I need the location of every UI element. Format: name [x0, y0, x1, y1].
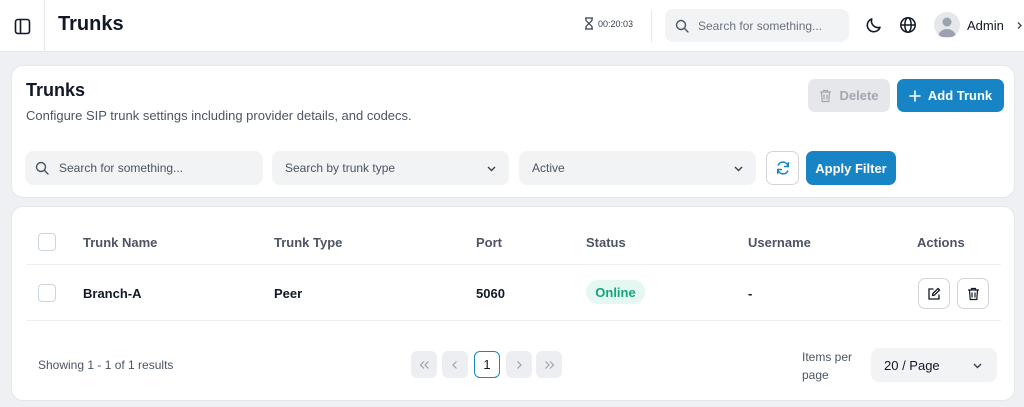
search-icon	[35, 161, 49, 175]
row-divider	[26, 320, 1001, 321]
trunk-search-input[interactable]	[59, 161, 249, 175]
chevrons-right-icon	[544, 360, 554, 369]
delete-label: Delete	[839, 88, 879, 103]
column-header-trunk-name[interactable]: Trunk Name	[83, 235, 157, 250]
divider	[651, 10, 652, 42]
refresh-icon	[776, 161, 789, 175]
last-page-button[interactable]	[536, 351, 562, 378]
user-menu[interactable]: Admin	[934, 12, 1024, 38]
column-header-trunk-type[interactable]: Trunk Type	[274, 235, 342, 250]
globe-icon	[900, 17, 916, 33]
trunk-type-placeholder: Search by trunk type	[285, 161, 396, 175]
chevron-left-icon	[452, 360, 457, 369]
items-per-page-label: Items per page	[802, 350, 853, 382]
page-size-value: 20 / Page	[884, 357, 940, 373]
page-heading: Trunks	[58, 13, 124, 35]
delete-button[interactable]: Delete	[808, 79, 890, 112]
cell-port: 5060	[476, 286, 505, 301]
theme-toggle-button[interactable]	[864, 15, 884, 35]
search-icon	[675, 19, 689, 33]
trunks-header-card: Trunks Configure SIP trunk settings incl…	[11, 65, 1015, 198]
trunk-search[interactable]	[25, 151, 263, 185]
trash-icon	[820, 89, 832, 102]
plus-icon	[909, 89, 921, 102]
sidebar-toggle-button[interactable]	[0, 0, 45, 52]
chevron-down-icon	[487, 166, 496, 171]
status-select[interactable]: Active	[519, 151, 756, 185]
avatar	[934, 12, 960, 38]
sidebar-toggle-icon	[14, 18, 30, 34]
trash-icon	[967, 287, 979, 300]
add-trunk-label: Add Trunk	[927, 88, 993, 103]
column-header-username[interactable]: Username	[748, 235, 811, 250]
session-timer: 00:20:03	[584, 17, 633, 30]
timer-text: 00:20:03	[598, 18, 634, 29]
chevrons-left-icon	[419, 360, 429, 369]
moon-icon	[866, 18, 881, 33]
prev-page-button[interactable]	[442, 351, 468, 378]
header-divider	[26, 264, 1001, 265]
page-button-current[interactable]: 1	[474, 351, 500, 378]
refresh-button[interactable]	[766, 151, 799, 185]
status-select-value: Active	[532, 161, 565, 175]
cell-trunk-type: Peer	[274, 286, 303, 301]
global-search[interactable]	[665, 9, 849, 42]
status-badge: Online	[586, 280, 645, 304]
user-name: Admin	[967, 17, 1004, 33]
add-trunk-button[interactable]: Add Trunk	[897, 79, 1004, 112]
page-subtitle: Configure SIP trunk settings including p…	[26, 108, 412, 123]
apply-filter-button[interactable]: Apply Filter	[806, 151, 896, 185]
user-icon	[938, 17, 956, 37]
results-summary: Showing 1 - 1 of 1 results	[38, 358, 174, 372]
cell-trunk-name: Branch-A	[83, 286, 142, 301]
first-page-button[interactable]	[411, 351, 437, 378]
column-header-port[interactable]: Port	[476, 235, 502, 250]
page-size-select[interactable]: 20 / Page	[871, 348, 997, 382]
chevron-down-icon	[734, 166, 743, 171]
language-button[interactable]	[898, 15, 918, 35]
column-header-status[interactable]: Status	[586, 235, 626, 250]
chevron-right-icon	[1017, 21, 1022, 29]
column-header-actions: Actions	[917, 235, 965, 250]
edit-button[interactable]	[918, 278, 950, 309]
chevron-right-icon	[517, 360, 522, 369]
row-checkbox[interactable]	[38, 284, 56, 302]
page-title: Trunks	[26, 80, 86, 100]
trunk-type-select[interactable]: Search by trunk type	[272, 151, 509, 185]
hourglass-icon	[585, 17, 593, 30]
cell-username: -	[748, 286, 753, 301]
top-bar: Trunks 00:20:03 Admin	[0, 0, 1024, 52]
select-all-checkbox[interactable]	[38, 233, 56, 251]
chevron-down-icon	[973, 363, 982, 368]
trunks-table-card: Trunk Name Trunk Type Port Status Userna…	[11, 206, 1015, 401]
next-page-button[interactable]	[506, 351, 532, 378]
edit-icon	[928, 287, 941, 300]
delete-row-button[interactable]	[957, 278, 989, 309]
global-search-input[interactable]	[698, 18, 838, 33]
